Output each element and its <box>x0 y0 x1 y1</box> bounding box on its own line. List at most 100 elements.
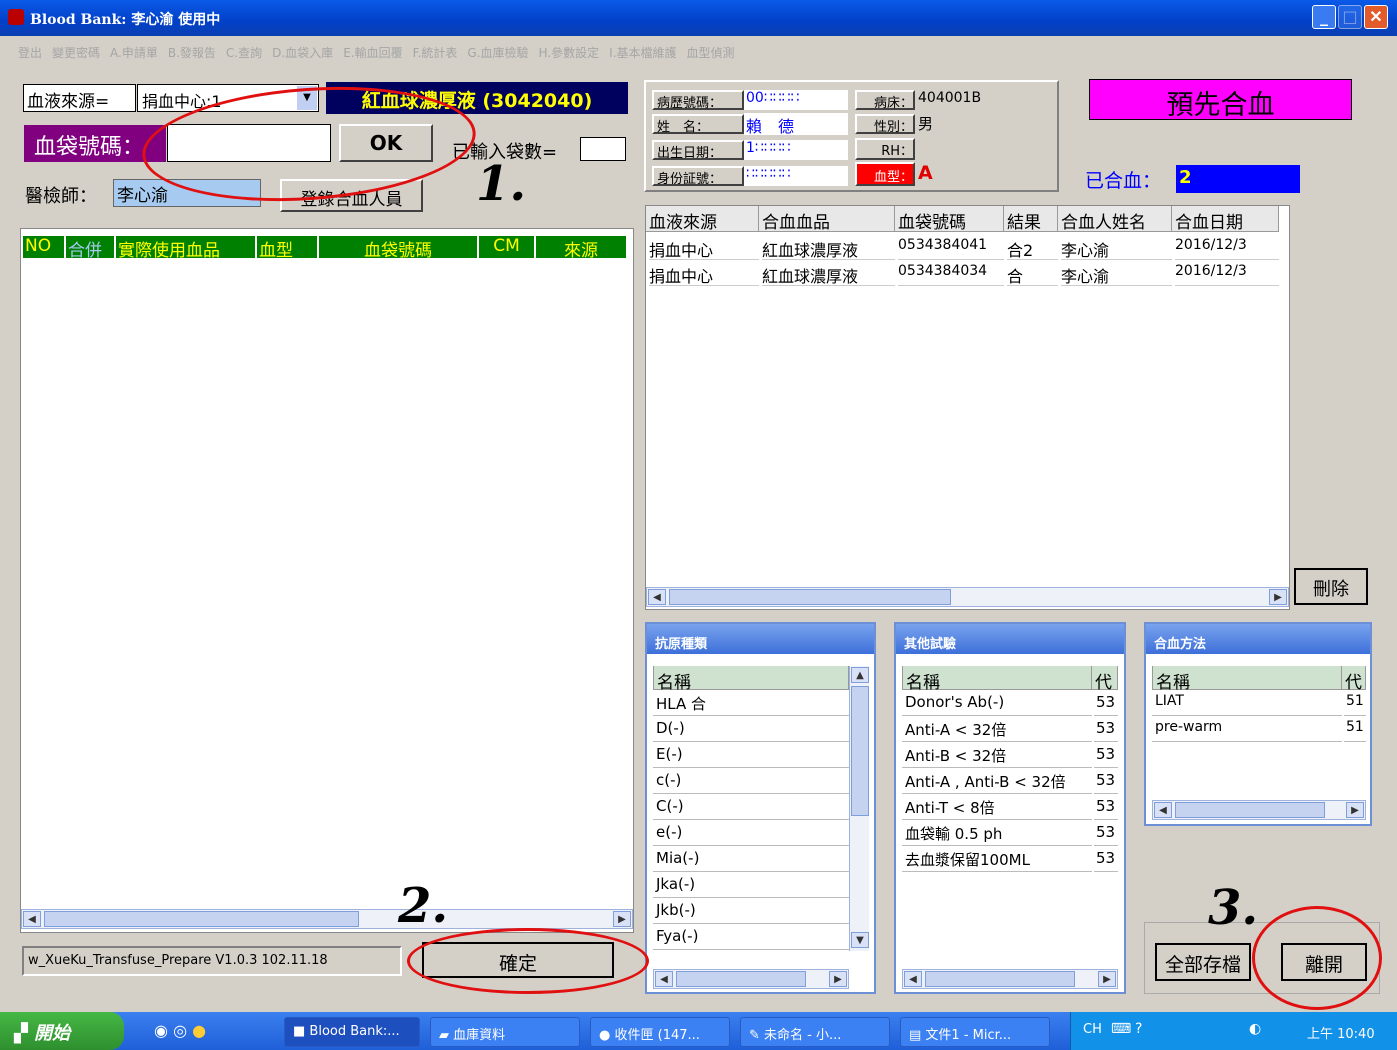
delete-button[interactable]: 刪除 <box>1294 568 1368 605</box>
match-table-cell[interactable]: 2016/12/3 <box>1175 234 1279 260</box>
save-all-button[interactable]: 全部存檔 <box>1155 943 1251 981</box>
help-icon[interactable]: ? <box>1135 1021 1142 1037</box>
menu-item[interactable]: E.輸血回覆 <box>343 46 402 60</box>
method-code[interactable]: 51 <box>1344 690 1366 716</box>
taskbar-button[interactable]: ✎ 未命名 - 小... <box>740 1017 890 1047</box>
scroll-thumb[interactable] <box>851 686 869 816</box>
match-table-cell[interactable]: 合 <box>1007 260 1058 286</box>
menu-item[interactable]: A.申請單 <box>110 46 158 60</box>
grid-header[interactable]: 實際使用血品 <box>115 235 256 259</box>
scroll-thumb[interactable] <box>1175 802 1325 818</box>
method-code[interactable]: 51 <box>1344 716 1366 742</box>
other-test-name[interactable]: Anti-A < 32倍 <box>902 716 1092 742</box>
match-table-cell[interactable]: 0534384041 <box>898 234 1004 260</box>
match-table-cell[interactable]: 2016/12/3 <box>1175 260 1279 286</box>
other-test-code[interactable]: 53 <box>1094 742 1118 768</box>
antigen-list-item[interactable]: c(-) <box>653 768 849 794</box>
scroll-thumb[interactable] <box>669 589 951 605</box>
other-test-name[interactable]: 血袋輸 0.5 ph <box>902 820 1092 846</box>
menu-item[interactable]: I.基本檔維護 <box>609 46 676 60</box>
grid-header[interactable]: 來源 <box>535 235 627 259</box>
menu-item[interactable]: B.發報告 <box>168 46 216 60</box>
scroll-left-icon[interactable]: ◀ <box>1154 802 1172 818</box>
grid-header[interactable]: CM <box>478 235 535 259</box>
used-products-grid[interactable]: NO 合併 實際使用血品 血型 血袋號碼 CM 來源 ◀ ▶ <box>20 228 634 933</box>
match-table-cell[interactable]: 紅血球濃厚液 <box>762 234 895 260</box>
taskbar-button[interactable]: ▤ 文件1 - Micr... <box>900 1017 1050 1047</box>
match-table-cell[interactable]: 李心渝 <box>1061 260 1172 286</box>
antigen-list-item[interactable]: Mia(-) <box>653 846 849 872</box>
scroll-right-icon[interactable]: ▶ <box>613 911 631 927</box>
other-test-name[interactable]: Donor's Ab(-) <box>902 690 1092 716</box>
menu-item[interactable]: F.統計表 <box>413 46 458 60</box>
other-test-code[interactable]: 53 <box>1094 846 1118 872</box>
scroll-left-icon[interactable]: ◀ <box>904 971 922 987</box>
match-table-cell[interactable]: 捐血中心 <box>649 260 759 286</box>
menu-item[interactable]: 登出 <box>18 46 42 60</box>
horizontal-scrollbar[interactable]: ◀ ▶ <box>1152 800 1366 820</box>
match-table-header[interactable]: 合血血品 <box>759 206 895 232</box>
other-test-code[interactable]: 53 <box>1094 794 1118 820</box>
menu-item[interactable]: 變更密碼 <box>52 46 100 60</box>
other-test-name[interactable]: 去血漿保留100ML <box>902 846 1092 872</box>
scroll-right-icon[interactable]: ▶ <box>829 971 847 987</box>
other-test-code[interactable]: 53 <box>1094 768 1118 794</box>
grid-header[interactable]: 合併 <box>65 235 115 259</box>
scroll-left-icon[interactable]: ◀ <box>648 589 666 605</box>
horizontal-scrollbar[interactable]: ◀ ▶ <box>646 587 1289 607</box>
grid-header[interactable]: 血袋號碼 <box>318 235 478 259</box>
match-table-header[interactable]: 合血人姓名 <box>1058 206 1172 232</box>
network-icon[interactable]: ◐ <box>1249 1021 1261 1037</box>
antigen-list-item[interactable]: Jkb(-) <box>653 898 849 924</box>
match-table-cell[interactable]: 合2 <box>1007 234 1058 260</box>
minimize-button[interactable]: _ <box>1312 5 1336 29</box>
vertical-scrollbar[interactable]: ▲ ▼ <box>849 666 869 951</box>
horizontal-scrollbar[interactable]: ◀ ▶ <box>21 909 633 929</box>
match-table-header[interactable]: 血液來源 <box>646 206 759 232</box>
antigen-list-item[interactable]: Jka(-) <box>653 872 849 898</box>
taskbar-button[interactable]: ● 收件匣 (147... <box>590 1017 730 1047</box>
antigen-list-item[interactable]: HLA 合 <box>653 690 849 716</box>
scroll-thumb[interactable] <box>676 971 806 987</box>
antigen-list-item[interactable]: C(-) <box>653 794 849 820</box>
horizontal-scrollbar[interactable]: ◀ ▶ <box>653 969 849 989</box>
menu-item[interactable]: C.查詢 <box>226 46 262 60</box>
maximize-button[interactable]: □ <box>1338 5 1362 29</box>
other-test-name[interactable]: Anti-B < 32倍 <box>902 742 1092 768</box>
menu-item[interactable]: D.血袋入庫 <box>272 46 333 60</box>
menu-item[interactable]: G.血庫檢驗 <box>467 46 528 60</box>
media-icon[interactable]: ◎ <box>173 1021 187 1040</box>
match-table-header[interactable]: 結果 <box>1004 206 1058 232</box>
other-test-code[interactable]: 53 <box>1094 690 1118 716</box>
antigen-list-item[interactable]: D(-) <box>653 716 849 742</box>
match-result-table[interactable]: 血液來源 合血血品 血袋號碼 結果 合血人姓名 合血日期 捐血中心 紅血球濃厚液 053438… <box>645 205 1290 610</box>
language-indicator[interactable]: CH <box>1083 1022 1102 1037</box>
other-test-code[interactable]: 53 <box>1094 716 1118 742</box>
menu-item[interactable]: 血型偵測 <box>687 46 735 60</box>
taskbar-button[interactable]: ▰ 血庫資料 <box>430 1017 580 1047</box>
match-table-cell[interactable]: 捐血中心 <box>649 234 759 260</box>
other-test-code[interactable]: 53 <box>1094 820 1118 846</box>
ie-icon[interactable]: ◉ <box>154 1021 168 1040</box>
scroll-left-icon[interactable]: ◀ <box>23 911 41 927</box>
scroll-up-icon[interactable]: ▲ <box>851 667 869 683</box>
taskbar-button[interactable]: ■ Blood Bank:... <box>284 1017 420 1047</box>
method-name[interactable]: LIAT <box>1152 690 1342 716</box>
method-name[interactable]: pre-warm <box>1152 716 1342 742</box>
scroll-right-icon[interactable]: ▶ <box>1098 971 1116 987</box>
scroll-thumb[interactable] <box>44 911 359 927</box>
match-table-header[interactable]: 血袋號碼 <box>895 206 1004 232</box>
scroll-thumb[interactable] <box>925 971 1075 987</box>
antigen-list-item[interactable]: Fya(-) <box>653 924 849 950</box>
chrome-icon[interactable]: ● <box>192 1021 206 1040</box>
horizontal-scrollbar[interactable]: ◀ ▶ <box>902 969 1118 989</box>
grid-header[interactable]: NO <box>22 235 65 259</box>
match-table-cell[interactable]: 李心渝 <box>1061 234 1172 260</box>
match-table-cell[interactable]: 0534384034 <box>898 260 1004 286</box>
start-button[interactable]: ▞ 開始 <box>0 1012 124 1050</box>
match-table-cell[interactable]: 紅血球濃厚液 <box>762 260 895 286</box>
scroll-right-icon[interactable]: ▶ <box>1269 589 1287 605</box>
other-test-name[interactable]: Anti-T < 8倍 <box>902 794 1092 820</box>
other-test-name[interactable]: Anti-A , Anti-B < 32倍 <box>902 768 1092 794</box>
scroll-left-icon[interactable]: ◀ <box>655 971 673 987</box>
